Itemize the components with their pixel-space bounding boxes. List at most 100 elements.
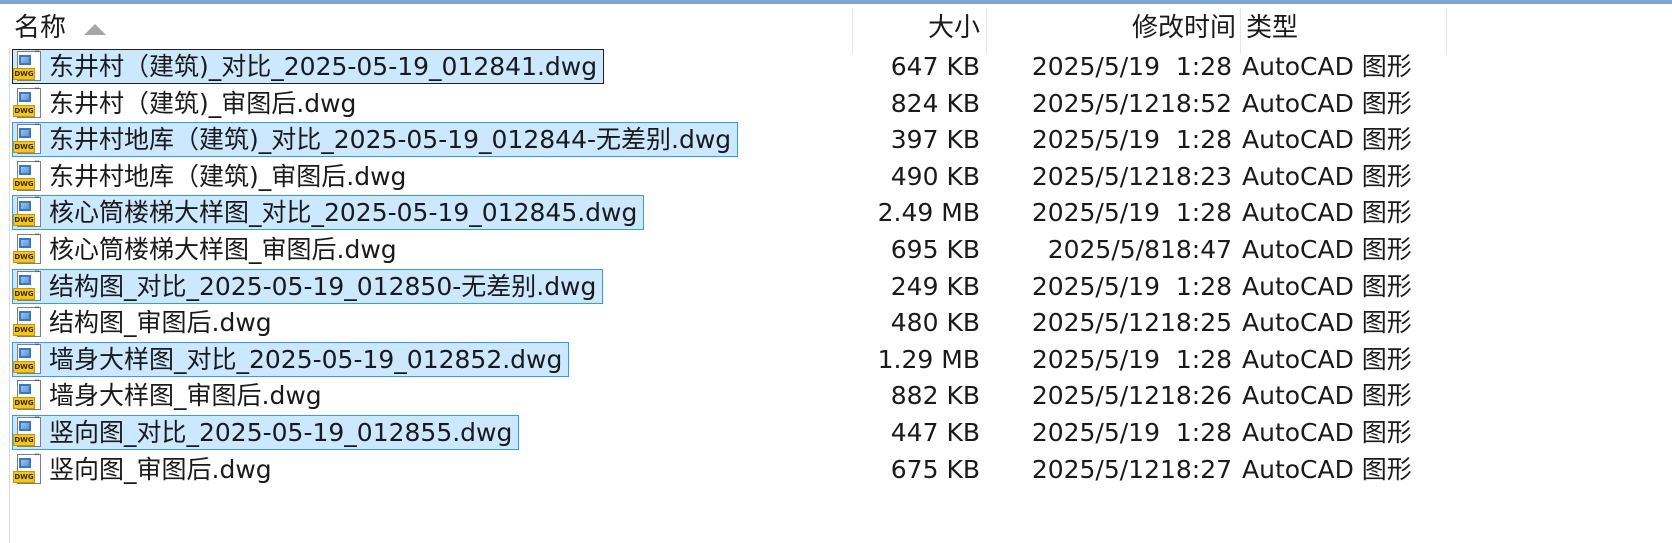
trademark-mark: ™ xyxy=(34,270,40,277)
dwg-file-icon: ™ DWG xyxy=(13,453,43,486)
file-type: AutoCAD 图形 xyxy=(1242,345,1412,374)
file-size: 695 KB xyxy=(890,235,980,264)
file-size: 490 KB xyxy=(890,162,980,191)
file-size: 480 KB xyxy=(890,308,980,337)
file-row[interactable]: ™ DWG 核心筒楼梯大样图_对比_2025-05-19_012845.dwg 2.4… xyxy=(0,194,1672,231)
dwg-tag-label: DWG xyxy=(13,324,35,336)
dwg-tile-shape xyxy=(19,128,31,138)
file-name-cell[interactable]: ™ DWG 东井村地库（建筑)_对比_2025-05-19_012844-无差别.d… xyxy=(12,122,739,157)
file-row[interactable]: ™ DWG 结构图_对比_2025-05-19_012850-无差别.dwg 249 … xyxy=(0,268,1672,305)
file-row[interactable]: ™ DWG 东井村（建筑)_对比_2025-05-19_012841.dwg 647 … xyxy=(0,48,1672,85)
file-name-cell[interactable]: ™ DWG 东井村（建筑)_对比_2025-05-19_012841.dwg xyxy=(12,49,605,84)
file-row[interactable]: ™ DWG 结构图_审图后.dwg 480 KB 2025/5/12 18:25 AutoC… xyxy=(0,304,1672,341)
file-name: 结构图_对比_2025-05-19_012850-无差别.dwg xyxy=(49,272,597,301)
dwg-tag-label: DWG xyxy=(13,105,35,117)
dwg-tile-shape xyxy=(19,348,31,358)
file-row[interactable]: ™ DWG 墙身大样图_对比_2025-05-19_012852.dwg 1.29 M… xyxy=(0,341,1672,378)
file-modified-time: 1:28 xyxy=(1175,418,1232,447)
file-name-cell[interactable]: ™ DWG 竖向图_对比_2025-05-19_012855.dwg xyxy=(12,415,520,450)
file-name-cell[interactable]: ™ DWG 东井村地库（建筑)_审图后.dwg xyxy=(12,159,413,194)
dwg-tile-shape xyxy=(19,238,31,248)
dwg-file-icon: ™ DWG xyxy=(13,123,43,156)
file-name-cell[interactable]: ™ DWG 结构图_对比_2025-05-19_012850-无差别.dwg xyxy=(12,269,604,304)
column-header-name[interactable]: 名称 xyxy=(14,8,66,48)
file-type: AutoCAD 图形 xyxy=(1242,89,1412,118)
trademark-mark: ™ xyxy=(34,453,40,460)
file-modified-date: 2025/5/19 xyxy=(1031,125,1160,154)
trademark-mark: ™ xyxy=(34,233,40,240)
dwg-file-icon: ™ DWG xyxy=(13,87,43,120)
file-name-cell[interactable]: ™ DWG 结构图_审图后.dwg xyxy=(12,305,279,340)
file-modified-time: 18:26 xyxy=(1159,381,1232,410)
file-type: AutoCAD 图形 xyxy=(1242,308,1412,337)
dwg-file-icon: ™ DWG xyxy=(13,343,43,376)
dwg-tile-shape xyxy=(19,311,31,321)
file-name: 墙身大样图_审图后.dwg xyxy=(49,381,322,410)
dwg-tag-label: DWG xyxy=(13,471,35,483)
file-size: 647 KB xyxy=(890,52,980,81)
file-name: 竖向图_对比_2025-05-19_012855.dwg xyxy=(49,418,513,447)
dwg-tag-label: DWG xyxy=(13,68,35,80)
sort-ascending-icon xyxy=(84,24,106,35)
file-row[interactable]: ™ DWG 竖向图_对比_2025-05-19_012855.dwg 447 KB 20… xyxy=(0,414,1672,451)
file-modified-date: 2025/5/12 xyxy=(1031,455,1160,484)
file-size: 2.49 MB xyxy=(877,198,980,227)
dwg-file-icon: ™ DWG xyxy=(13,233,43,266)
file-modified-time: 18:27 xyxy=(1159,455,1232,484)
dwg-tag-label: DWG xyxy=(13,214,35,226)
dwg-tile-shape xyxy=(19,384,31,394)
file-name: 竖向图_审图后.dwg xyxy=(49,455,272,484)
file-name-cell[interactable]: ™ DWG 墙身大样图_对比_2025-05-19_012852.dwg xyxy=(12,342,570,377)
dwg-tag-label: DWG xyxy=(13,251,35,263)
file-row[interactable]: ™ DWG 东井村地库（建筑)_对比_2025-05-19_012844-无差别.d… xyxy=(0,121,1672,158)
file-row[interactable]: ™ DWG 东井村地库（建筑)_审图后.dwg 490 KB 2025/5/12 18:2… xyxy=(0,158,1672,195)
file-size: 675 KB xyxy=(890,455,980,484)
dwg-file-icon: ™ DWG xyxy=(13,50,43,83)
file-size: 1.29 MB xyxy=(877,345,980,374)
file-row[interactable]: ™ DWG 东井村（建筑)_审图后.dwg 824 KB 2025/5/12 18:52 A… xyxy=(0,85,1672,122)
dwg-tile-shape xyxy=(19,201,31,211)
file-name: 墙身大样图_对比_2025-05-19_012852.dwg xyxy=(49,345,563,374)
file-name: 核心筒楼梯大样图_对比_2025-05-19_012845.dwg xyxy=(49,198,638,227)
dwg-tile-shape xyxy=(19,421,31,431)
file-size: 447 KB xyxy=(890,418,980,447)
file-type: AutoCAD 图形 xyxy=(1242,418,1412,447)
dwg-tile-shape xyxy=(19,275,31,285)
file-name-cell[interactable]: ™ DWG 核心筒楼梯大样图_对比_2025-05-19_012845.dwg xyxy=(12,195,645,230)
file-modified-time: 1:28 xyxy=(1175,125,1232,154)
column-header-size[interactable]: 大小 xyxy=(928,8,980,48)
trademark-mark: ™ xyxy=(34,123,40,130)
file-name-cell[interactable]: ™ DWG 墙身大样图_审图后.dwg xyxy=(12,378,329,413)
file-modified-date: 2025/5/19 xyxy=(1031,272,1160,301)
trademark-mark: ™ xyxy=(34,87,40,94)
file-row[interactable]: ™ DWG 竖向图_审图后.dwg 675 KB 2025/5/12 18:27 AutoC… xyxy=(0,451,1672,488)
file-modified-date: 2025/5/19 xyxy=(1031,345,1160,374)
file-modified-time: 1:28 xyxy=(1175,52,1232,81)
column-header-type[interactable]: 类型 xyxy=(1246,8,1298,48)
file-type: AutoCAD 图形 xyxy=(1242,198,1412,227)
file-row[interactable]: ™ DWG 墙身大样图_审图后.dwg 882 KB 2025/5/12 18:26 Aut… xyxy=(0,377,1672,414)
trademark-mark: ™ xyxy=(34,343,40,350)
file-type: AutoCAD 图形 xyxy=(1242,235,1412,264)
file-row[interactable]: ™ DWG 核心筒楼梯大样图_审图后.dwg 695 KB 2025/5/8 18:47 A… xyxy=(0,231,1672,268)
file-modified-time: 1:28 xyxy=(1175,272,1232,301)
file-modified-time: 1:28 xyxy=(1175,198,1232,227)
file-modified-date: 2025/5/19 xyxy=(1031,198,1160,227)
file-name-cell[interactable]: ™ DWG 竖向图_审图后.dwg xyxy=(12,452,279,487)
file-name: 东井村地库（建筑)_对比_2025-05-19_012844-无差别.dwg xyxy=(49,125,732,154)
file-name: 核心筒楼梯大样图_审图后.dwg xyxy=(49,235,397,264)
file-modified-date: 2025/5/12 xyxy=(1031,89,1160,118)
file-modified-time: 18:25 xyxy=(1159,308,1232,337)
file-modified-time: 18:23 xyxy=(1159,162,1232,191)
file-name-cell[interactable]: ™ DWG 东井村（建筑)_审图后.dwg xyxy=(12,86,363,121)
dwg-tag-label: DWG xyxy=(13,361,35,373)
file-size: 397 KB xyxy=(890,125,980,154)
dwg-tile-shape xyxy=(19,55,31,65)
trademark-mark: ™ xyxy=(34,379,40,386)
dwg-file-icon: ™ DWG xyxy=(13,379,43,412)
file-name-cell[interactable]: ™ DWG 核心筒楼梯大样图_审图后.dwg xyxy=(12,232,404,267)
dwg-file-icon: ™ DWG xyxy=(13,416,43,449)
column-header-modified[interactable]: 修改时间 xyxy=(1132,8,1236,48)
dwg-tile-shape xyxy=(19,458,31,468)
trademark-mark: ™ xyxy=(34,50,40,57)
